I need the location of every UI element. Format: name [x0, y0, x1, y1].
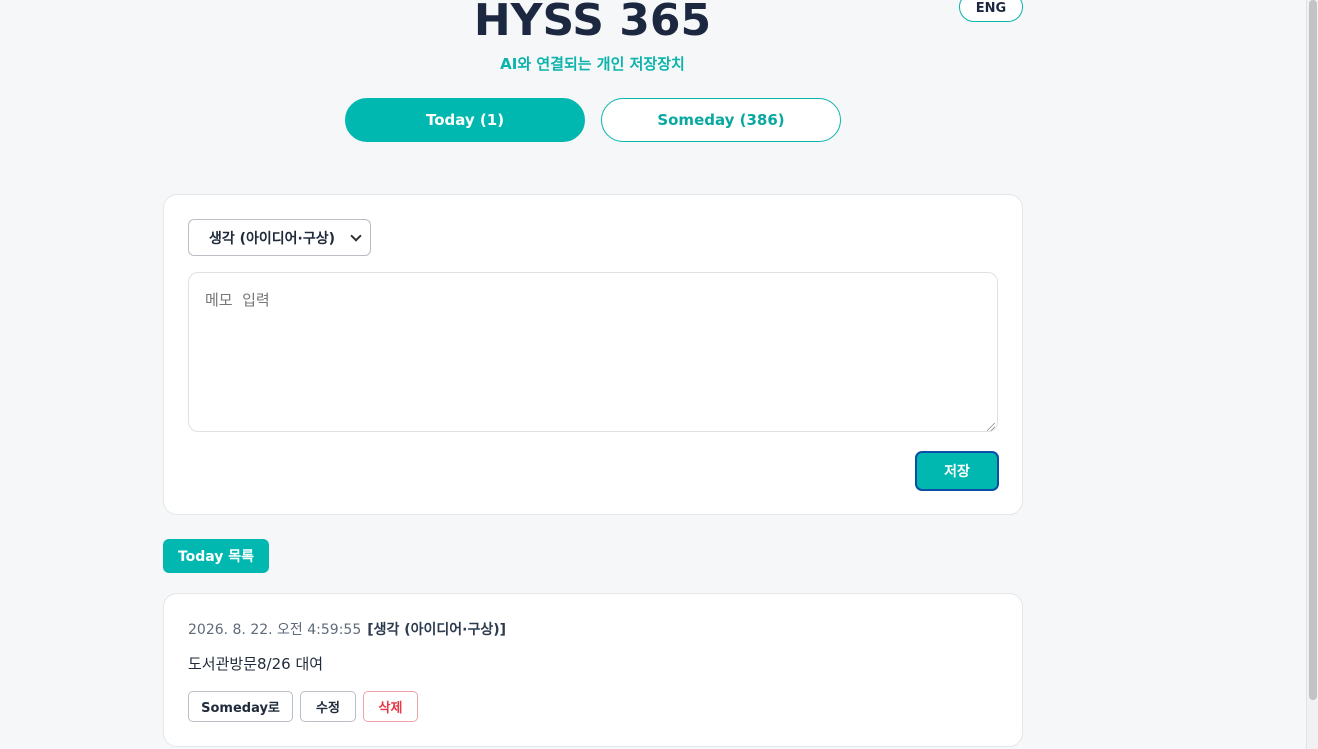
delete-button[interactable]: 삭제 [363, 691, 418, 722]
entry-text: 도서관방문8/26 대여 [188, 655, 324, 673]
move-to-someday-button[interactable]: Someday로 [188, 691, 293, 722]
edit-button[interactable]: 수정 [300, 691, 356, 722]
tab-today[interactable]: Today (1) [345, 98, 585, 142]
entry-meta: 2026. 8. 22. 오전 4:59:55 [생각 (아이디어·구상)] [188, 619, 506, 639]
resize-handle-icon[interactable] [987, 423, 995, 431]
language-toggle-button[interactable]: ENG [959, 0, 1023, 22]
today-list-heading: Today 목록 [163, 539, 269, 573]
list-item: 2026. 8. 22. 오전 4:59:55 [생각 (아이디어·구상)] 도서… [163, 593, 1023, 747]
entry-category: [생각 (아이디어·구상)] [367, 622, 507, 638]
save-button[interactable]: 저장 [915, 451, 999, 491]
entry-timestamp: 2026. 8. 22. 오전 4:59:55 [188, 622, 362, 638]
page-scrollbar[interactable] [1306, 0, 1318, 749]
memo-input[interactable] [188, 272, 998, 432]
category-select[interactable]: 생각 (아이디어·구상) [188, 219, 371, 256]
memo-input-card: 생각 (아이디어·구상) 저장 [163, 194, 1023, 515]
chevron-down-icon [350, 230, 362, 242]
app-subtitle: AI와 연결되는 개인 저장장치 [500, 55, 685, 73]
tab-someday[interactable]: Someday (386) [601, 98, 841, 142]
app-page: HYSS 365 AI와 연결되는 개인 저장장치 ENG Today (1) … [0, 0, 1318, 749]
category-select-value: 생각 (아이디어·구상) [209, 230, 336, 247]
scrollbar-thumb[interactable] [1309, 0, 1317, 700]
